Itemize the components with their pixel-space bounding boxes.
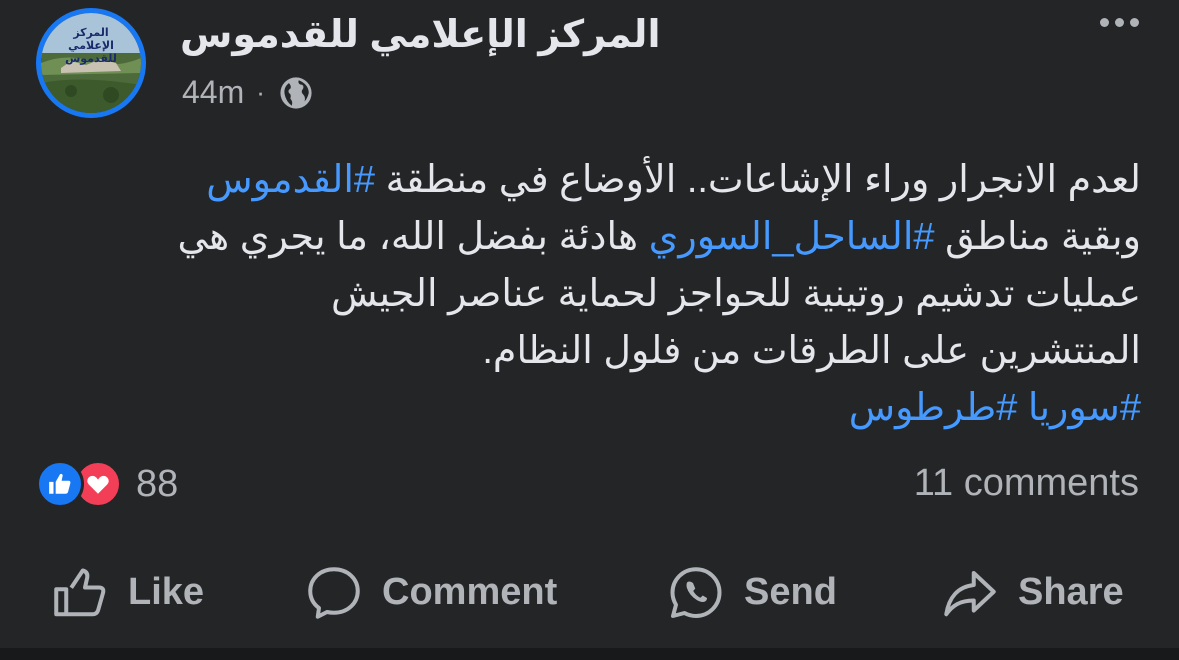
post-line-1: لعدم الانجرار وراء الإشاعات.. الأوضاع في…	[31, 152, 1141, 209]
post-meta: 44m ·	[182, 74, 313, 111]
post-timestamp[interactable]: 44m	[182, 74, 244, 111]
post-line-2: وبقية مناطق #الساحل_السوري هادئة بفضل ال…	[31, 209, 1141, 266]
post-text-segment: هادئة بفضل الله، ما يجري هي	[177, 216, 649, 258]
post-body: لعدم الانجرار وراء الإشاعات.. الأوضاع في…	[31, 152, 1141, 437]
post-text-segment: وبقية مناطق	[934, 216, 1141, 258]
like-button[interactable]: Like	[50, 555, 204, 630]
share-arrow-icon	[944, 570, 996, 616]
more-dot	[1115, 18, 1124, 27]
speech-bubble-icon	[308, 566, 360, 619]
globe-icon[interactable]	[279, 76, 313, 110]
more-options-icon[interactable]	[1100, 18, 1139, 27]
facebook-post: المركز الإعلامي للقدموس المركز الإعلامي …	[0, 0, 1179, 660]
action-bar: Like Comment Send Share	[0, 555, 1179, 630]
post-text-segment: لعدم الانجرار وراء الإشاعات.. الأوضاع في…	[375, 159, 1141, 201]
meta-separator: ·	[256, 77, 265, 107]
more-dot	[1100, 18, 1109, 27]
post-line-5: #سوريا #طرطوس	[31, 380, 1141, 437]
post-line-4: المنتشرين على الطرقات من فلول النظام.	[482, 330, 1141, 372]
reaction-count: 88	[136, 462, 179, 505]
avatar-caption: المركز الإعلامي للقدموس	[65, 27, 117, 65]
thumbs-up-outline-icon	[54, 568, 106, 616]
share-label: Share	[1018, 571, 1124, 613]
comment-button[interactable]: Comment	[304, 555, 557, 630]
post-line-3: عمليات تدشيم روتينية للحواجز لحماية عناص…	[330, 273, 1141, 315]
reactions-summary[interactable]: 88	[36, 460, 178, 508]
hashtag-syrian-coast[interactable]: #الساحل_السوري	[649, 216, 935, 258]
like-label: Like	[128, 571, 205, 613]
page-avatar[interactable]: المركز الإعلامي للقدموس	[36, 8, 146, 118]
send-button[interactable]: Send	[666, 555, 837, 630]
hashtag-syria[interactable]: #سوريا	[1028, 387, 1141, 429]
messenger-whatsapp-icon	[670, 566, 722, 618]
comments-count-link[interactable]: 11 comments	[914, 462, 1139, 505]
share-button[interactable]: Share	[940, 555, 1124, 630]
hashtag-tartus[interactable]: #طرطوس	[849, 387, 1018, 429]
hashtag-qadmous[interactable]: #القدموس	[206, 159, 375, 201]
send-label: Send	[744, 571, 837, 613]
comment-label: Comment	[382, 571, 558, 613]
more-dot	[1130, 18, 1139, 27]
page-name-link[interactable]: المركز الإعلامي للقدموس	[180, 12, 660, 57]
bottom-divider	[0, 648, 1179, 660]
thumbs-up-icon	[36, 460, 84, 508]
